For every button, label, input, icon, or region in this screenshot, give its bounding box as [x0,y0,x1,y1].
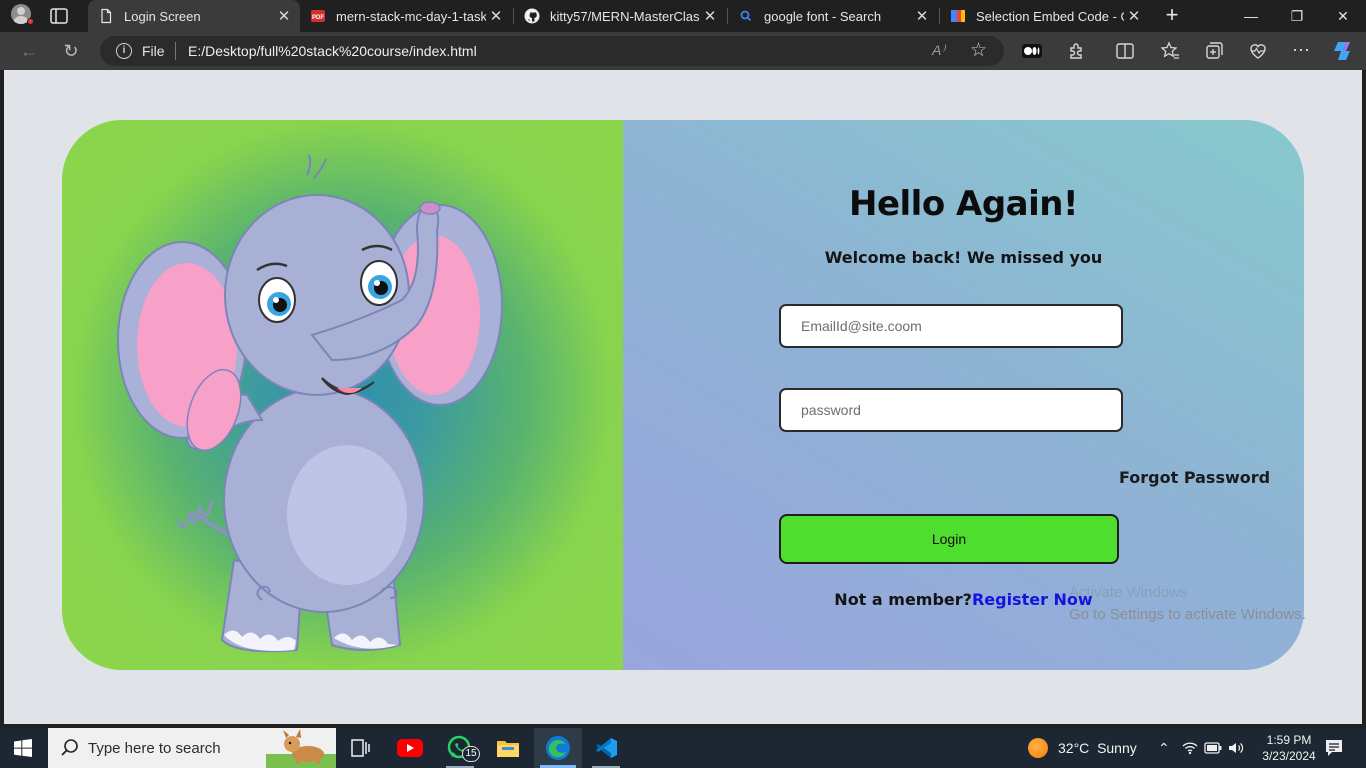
address-bar[interactable]: i File E:/Desktop/full%20stack%20course/… [100,36,1004,66]
system-clock[interactable]: 1:59 PM 3/23/2024 [1256,732,1322,764]
info-icon[interactable]: i [116,43,132,59]
restore-button[interactable]: ❐ [1274,0,1320,32]
page-viewport: Hello Again! Welcome back! We missed you… [4,70,1362,724]
elephant-illustration-icon [117,154,503,653]
close-window-button[interactable]: ✕ [1320,0,1366,32]
welcome-subtitle: Welcome back! We missed you [824,248,1103,267]
clock-time: 1:59 PM [1266,733,1312,747]
tab-actions-icon[interactable] [50,8,68,24]
svg-text:PDF: PDF [312,15,324,21]
page-icon [101,8,112,24]
tab-google-font-search[interactable]: google font - Search ✕ [728,0,938,32]
login-form-panel: Hello Again! Welcome back! We missed you… [623,120,1304,670]
embed-icon [951,10,965,22]
close-tab-icon[interactable]: ✕ [912,7,932,25]
new-tab-button[interactable]: + [1160,4,1184,28]
battery-icon[interactable] [1204,742,1222,754]
more-options-icon[interactable]: ⋯ [1292,40,1310,61]
favorite-star-icon[interactable]: ☆ [970,39,987,62]
youtube-icon[interactable] [386,728,434,768]
split-screen-icon[interactable] [1115,41,1135,61]
tab-label: kitty57/MERN-MasterClass- [550,8,700,24]
volume-icon[interactable] [1228,741,1244,755]
whatsapp-icon[interactable]: 15 [436,728,484,768]
profile-avatar-icon[interactable] [8,4,34,28]
chevron-up-icon[interactable]: ⌃ [1158,740,1170,757]
refresh-icon[interactable]: ↻ [60,40,82,62]
weather-condition: Sunny [1097,740,1137,756]
task-view-icon[interactable] [336,728,384,768]
weather-text[interactable]: 32°C Sunny [1058,740,1137,756]
tab-label: Login Screen [124,8,201,24]
wifi-icon[interactable] [1182,741,1198,755]
medium-extension-icon[interactable] [1022,41,1042,61]
notification-icon[interactable] [1324,738,1344,758]
email-input[interactable] [779,304,1123,348]
tab-label: mern-stack-mc-day-1-task.p [336,8,486,24]
edge-icon[interactable] [534,728,582,768]
activate-windows-subtitle: Go to Settings to activate Windows. [1069,606,1306,623]
dog-illustration-icon [266,729,336,768]
tab-github[interactable]: kitty57/MERN-MasterClass- ✕ [514,0,726,32]
close-tab-icon[interactable]: ✕ [486,7,506,25]
vscode-icon[interactable] [582,728,630,768]
minimize-button[interactable]: — [1228,0,1274,32]
not-member-text: Not a member? [834,590,972,609]
taskbar: Type here to search 15 32°C Sunny ⌃ 1:59… [0,728,1366,768]
windows-start-icon[interactable] [14,739,32,757]
page-title: Hello Again! [849,184,1078,224]
illustration-panel [62,120,623,670]
close-tab-icon[interactable]: ✕ [1124,7,1144,25]
forgot-password-link[interactable]: Forgot Password [1119,468,1270,487]
tab-strip: Login Screen ✕ PDF mern-stack-mc-day-1-t… [0,0,1366,32]
close-tab-icon[interactable]: ✕ [700,7,720,25]
file-explorer-icon[interactable] [484,728,532,768]
clock-date: 3/23/2024 [1262,749,1316,763]
weather-sun-icon[interactable] [1028,738,1048,758]
taskbar-search[interactable]: Type here to search [48,728,336,768]
back-arrow-icon[interactable]: ← [18,40,40,62]
login-button[interactable]: Login [779,514,1119,564]
whatsapp-badge: 15 [462,746,480,762]
tab-mern-stack-pdf[interactable]: PDF mern-stack-mc-day-1-task.p ✕ [300,0,512,32]
tab-login-screen[interactable]: Login Screen ✕ [88,0,300,32]
search-placeholder: Type here to search [88,740,221,757]
search-icon [740,10,752,22]
favorites-icon[interactable] [1160,41,1180,61]
read-aloud-icon[interactable]: A⁾ [932,42,945,59]
password-input[interactable] [779,388,1123,432]
tab-selection-embed-code[interactable]: Selection Embed Code - Go ✕ [940,0,1150,32]
copilot-icon[interactable] [1332,39,1356,63]
extensions-puzzle-icon[interactable] [1067,41,1087,61]
tab-label: Selection Embed Code - Go [976,8,1124,24]
weather-temp: 32°C [1058,740,1090,756]
activate-windows-title: Activate Windows [1069,584,1188,601]
tab-label: google font - Search [764,8,882,24]
performance-heart-icon[interactable] [1248,41,1268,61]
pdf-icon: PDF [311,10,325,22]
url-text[interactable]: E:/Desktop/full%20stack%20course/index.h… [188,43,477,59]
close-tab-icon[interactable]: ✕ [274,7,294,25]
scheme-label: File [142,43,165,59]
collections-icon[interactable] [1204,41,1224,61]
github-icon [524,8,540,24]
address-separator [175,42,176,60]
search-icon [61,739,78,756]
